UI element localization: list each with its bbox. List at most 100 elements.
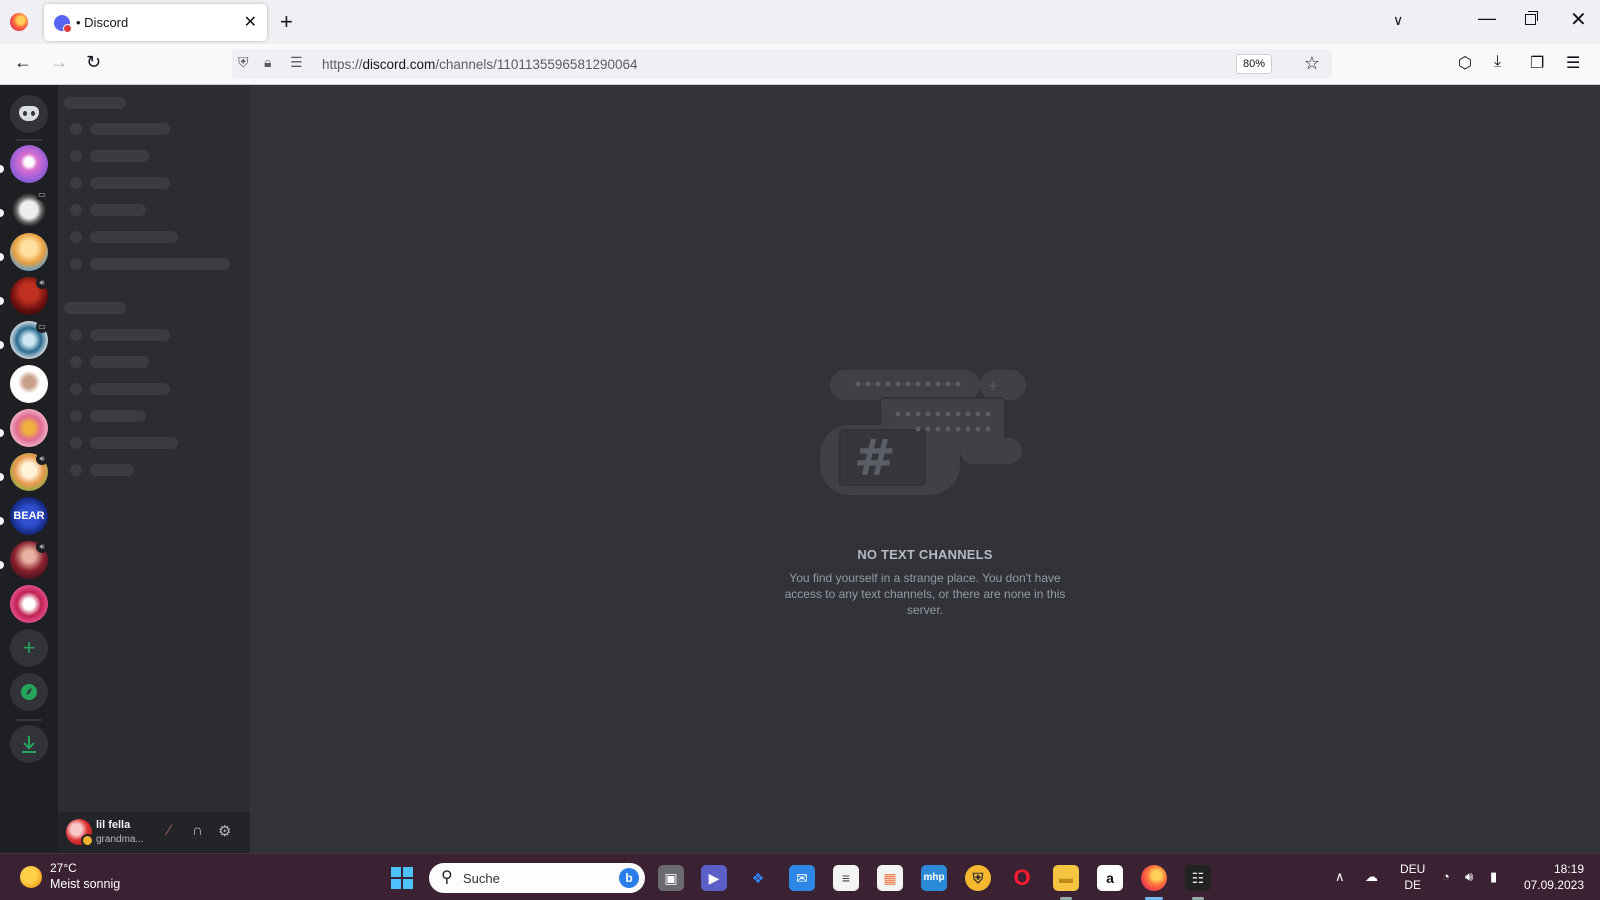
skeleton-dot: [70, 410, 82, 422]
volume-icon[interactable]: 🔊︎: [1465, 869, 1473, 885]
battery-icon[interactable]: ▮: [1490, 869, 1497, 885]
microsoft-store-icon[interactable]: ▦: [877, 865, 903, 891]
game-app-icon[interactable]: ☷: [1185, 865, 1211, 891]
back-arrow-icon[interactable]: ←: [14, 52, 32, 73]
taskbar-search-box[interactable]: ⚲ Suche b: [429, 863, 645, 893]
screen-share-icon: ▭: [36, 321, 48, 333]
shield-icon[interactable]: ⛨: [238, 54, 249, 71]
mute-microphone-icon[interactable]: ∕: [168, 822, 171, 839]
dropbox-icon[interactable]: ❖: [745, 865, 771, 891]
wifi-icon[interactable]: ◔: [1442, 869, 1450, 884]
browser-tab-bar: • Discord ✕ + ∨ — ✕: [0, 0, 1600, 44]
forward-arrow-icon[interactable]: →: [50, 52, 68, 73]
menu-icon[interactable]: ☰: [1566, 53, 1580, 73]
weather-sun-icon[interactable]: [20, 866, 42, 888]
window-minimize-button[interactable]: —: [1478, 8, 1496, 29]
download-apps-button[interactable]: [10, 725, 48, 763]
settings-gear-icon[interactable]: ⚙: [218, 822, 231, 840]
screen-share-icon: ▭: [36, 189, 48, 201]
url-text[interactable]: https://discord.com/channels/11011355965…: [322, 57, 638, 72]
mhp-app-icon[interactable]: mhp: [921, 865, 947, 891]
browser-nav-bar: ← → ↻ ⛨ 🔒︎ ☰ https://discord.com/channel…: [0, 44, 1600, 85]
input-language[interactable]: DEU DE: [1400, 861, 1425, 893]
add-server-button[interactable]: +: [10, 629, 48, 667]
server-icon[interactable]: [10, 409, 48, 447]
skeleton-dot: [70, 123, 82, 135]
reload-icon[interactable]: ↻: [86, 52, 101, 73]
skeleton-line: [90, 383, 170, 395]
list-all-tabs-button[interactable]: ∨: [1393, 12, 1403, 29]
unread-indicator: [0, 165, 4, 173]
url-bar[interactable]: ⛨ 🔒︎ ☰ https://discord.com/channels/1101…: [232, 49, 1332, 79]
headphones-icon[interactable]: ∩: [192, 822, 203, 839]
user-status: grandma...: [96, 834, 144, 845]
search-placeholder: Suche: [463, 871, 500, 886]
bookmark-star-icon[interactable]: ☆: [1304, 53, 1320, 74]
firefox-logo-icon[interactable]: [10, 13, 28, 31]
skeleton-dot: [70, 204, 82, 216]
server-icon[interactable]: [10, 585, 48, 623]
svg-text:+: +: [988, 379, 998, 393]
skeleton-line: [90, 258, 230, 270]
file-explorer-icon[interactable]: ▬: [1053, 865, 1079, 891]
skeleton-line: [90, 464, 134, 476]
weather-description[interactable]: Meist sonnig: [50, 877, 120, 891]
opera-icon[interactable]: O: [1009, 865, 1035, 891]
server-icon[interactable]: [10, 145, 48, 183]
teams-chat-icon[interactable]: ▶: [701, 865, 727, 891]
download-icon: [22, 736, 36, 753]
discord-home-icon[interactable]: [10, 95, 48, 133]
amazon-icon[interactable]: a: [1097, 865, 1123, 891]
permissions-icon[interactable]: ☰: [290, 54, 303, 71]
window-restore-button[interactable]: [1525, 11, 1538, 25]
bing-icon[interactable]: b: [619, 868, 639, 888]
explore-servers-button[interactable]: [10, 673, 48, 711]
shield-app-icon[interactable]: ⛨: [965, 865, 991, 891]
no-channels-illustration: # +: [820, 370, 1026, 495]
tab-discord[interactable]: • Discord ✕: [44, 4, 267, 41]
tray-overflow-chevron-icon[interactable]: ∧: [1335, 869, 1345, 885]
pocket-icon[interactable]: ⬡: [1458, 53, 1472, 73]
skeleton-line: [90, 123, 170, 135]
system-clock[interactable]: 18:19 07.09.2023: [1520, 861, 1584, 893]
skeleton-line: [90, 437, 178, 449]
download-icon[interactable]: ⤓: [1494, 53, 1501, 71]
server-list: ▭ 🔊︎ ▭ 🔊︎ BEAR 🔊︎ +: [0, 85, 58, 853]
window-close-button[interactable]: ✕: [1570, 7, 1587, 32]
skeleton-line: [90, 150, 149, 162]
user-name[interactable]: lil fella: [96, 819, 130, 831]
extensions-icon[interactable]: ❐: [1530, 53, 1544, 73]
windows-start-icon[interactable]: [391, 867, 413, 889]
user-avatar[interactable]: [66, 819, 94, 847]
zoom-level-button[interactable]: 80%: [1235, 54, 1272, 74]
main-content: # + NO TEXT CHANNELS You find yourself i…: [250, 85, 1600, 853]
skeleton-dot: [70, 464, 82, 476]
skeleton-category: [64, 302, 126, 314]
unread-indicator: [0, 517, 4, 525]
tab-title: • Discord: [76, 15, 129, 30]
skeleton-line: [90, 410, 146, 422]
weather-temperature[interactable]: 27°C: [50, 861, 77, 875]
skeleton-line: [90, 356, 149, 368]
discord-favicon-icon: [54, 15, 72, 33]
tab-close-button[interactable]: ✕: [244, 12, 257, 32]
skeleton-dot: [70, 356, 82, 368]
task-view-icon[interactable]: ▣: [658, 865, 684, 891]
server-icon[interactable]: [10, 365, 48, 403]
server-separator: [16, 719, 42, 721]
server-icon-bear[interactable]: BEAR: [10, 497, 48, 535]
skeleton-category: [64, 97, 126, 109]
notepad-icon[interactable]: ≡: [833, 865, 859, 891]
server-bear-label: BEAR: [13, 510, 45, 522]
lock-icon[interactable]: 🔒︎: [264, 54, 271, 71]
speaker-icon: 🔊︎: [36, 541, 48, 553]
skeleton-line: [90, 231, 178, 243]
mail-icon[interactable]: ✉: [789, 865, 815, 891]
unread-indicator: [0, 209, 4, 217]
onedrive-warning-icon[interactable]: ☁: [1365, 869, 1378, 885]
server-icon[interactable]: [10, 233, 48, 271]
skeleton-line: [90, 204, 146, 216]
windows-taskbar: 27°C Meist sonnig ⚲ Suche b ▣ ▶ ❖ ✉ ≡ ▦ …: [0, 853, 1600, 900]
firefox-taskbar-icon[interactable]: [1141, 865, 1167, 891]
new-tab-button[interactable]: +: [280, 9, 293, 35]
